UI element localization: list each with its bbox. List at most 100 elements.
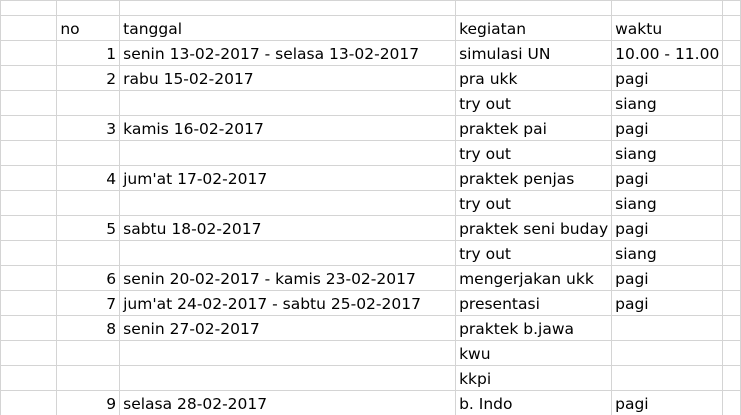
cell-kegiatan[interactable]: pra ukk [455,65,613,91]
cell[interactable] [0,165,58,191]
cell[interactable] [0,215,58,241]
cell-waktu[interactable]: pagi [611,290,724,316]
cell-tanggal[interactable] [119,140,457,166]
cell[interactable] [0,15,58,41]
cell-kegiatan[interactable]: mengerjakan ukk [455,265,613,291]
cell[interactable] [722,65,741,91]
cell-kegiatan[interactable]: simulasi UN [455,40,613,66]
cell-waktu[interactable]: pagi [611,390,724,415]
header-tanggal[interactable]: tanggal [119,15,457,41]
cell-kegiatan[interactable]: praktek b.jawa [455,315,613,341]
cell[interactable] [722,115,741,141]
cell-tanggal[interactable]: rabu 15-02-2017 [119,65,457,91]
cell-no[interactable] [56,340,121,366]
cell-no[interactable]: 2 [56,65,121,91]
cell[interactable] [722,190,741,216]
cell-waktu[interactable]: pagi [611,215,724,241]
cell[interactable] [722,165,741,191]
cell[interactable] [722,340,741,366]
cell-no[interactable] [56,365,121,391]
header-kegiatan[interactable]: kegiatan [455,15,613,41]
cell[interactable] [0,365,58,391]
cell[interactable] [0,140,58,166]
cell-waktu[interactable]: pagi [611,265,724,291]
cell-waktu[interactable]: 10.00 - 11.00 [611,40,724,66]
cell[interactable] [722,390,741,415]
cell-tanggal[interactable]: jum'at 17-02-2017 [119,165,457,191]
cell-tanggal[interactable]: senin 27-02-2017 [119,315,457,341]
cell[interactable] [0,240,58,266]
cell-waktu[interactable]: siang [611,90,724,116]
cell[interactable] [56,0,121,16]
cell[interactable] [722,140,741,166]
cell-kegiatan[interactable]: b. Indo [455,390,613,415]
cell-waktu[interactable] [611,340,724,366]
cell-kegiatan[interactable]: praktek pai [455,115,613,141]
header-waktu[interactable]: waktu [611,15,724,41]
cell[interactable] [0,115,58,141]
cell[interactable] [0,340,58,366]
cell[interactable] [0,65,58,91]
cell-no[interactable] [56,90,121,116]
cell-tanggal[interactable]: jum'at 24-02-2017 - sabtu 25-02-2017 [119,290,457,316]
cell-tanggal[interactable]: selasa 28-02-2017 [119,390,457,415]
cell-tanggal[interactable] [119,365,457,391]
cell-kegiatan[interactable]: presentasi [455,290,613,316]
cell-tanggal[interactable]: sabtu 18-02-2017 [119,215,457,241]
cell[interactable] [0,190,58,216]
cell[interactable] [455,0,613,16]
cell-waktu[interactable]: siang [611,240,724,266]
cell[interactable] [722,40,741,66]
cell[interactable] [722,0,741,16]
cell-no[interactable] [56,190,121,216]
cell-kegiatan[interactable]: try out [455,140,613,166]
cell[interactable] [722,265,741,291]
cell-no[interactable]: 5 [56,215,121,241]
cell-tanggal[interactable] [119,340,457,366]
cell-kegiatan[interactable]: try out [455,190,613,216]
cell-waktu[interactable]: siang [611,140,724,166]
cell-waktu[interactable]: siang [611,190,724,216]
cell-no[interactable] [56,240,121,266]
cell-no[interactable]: 4 [56,165,121,191]
cell-kegiatan[interactable]: praktek seni buday [455,215,613,241]
cell-no[interactable] [56,140,121,166]
cell[interactable] [0,90,58,116]
cell-no[interactable]: 9 [56,390,121,415]
cell-no[interactable]: 8 [56,315,121,341]
cell[interactable] [119,0,457,16]
cell-kegiatan[interactable]: try out [455,240,613,266]
cell-kegiatan[interactable]: kwu [455,340,613,366]
cell[interactable] [0,0,58,16]
cell-no[interactable]: 6 [56,265,121,291]
cell[interactable] [722,90,741,116]
cell-waktu[interactable]: pagi [611,165,724,191]
cell-waktu[interactable] [611,315,724,341]
cell[interactable] [722,315,741,341]
cell[interactable] [0,290,58,316]
cell-waktu[interactable]: pagi [611,115,724,141]
cell-waktu[interactable]: pagi [611,65,724,91]
cell-kegiatan[interactable]: praktek penjas [455,165,613,191]
cell[interactable] [0,40,58,66]
cell-tanggal[interactable] [119,190,457,216]
cell-tanggal[interactable]: senin 20-02-2017 - kamis 23-02-2017 [119,265,457,291]
cell[interactable] [722,365,741,391]
cell-kegiatan[interactable]: kkpi [455,365,613,391]
cell-kegiatan[interactable]: try out [455,90,613,116]
cell[interactable] [0,390,58,415]
cell[interactable] [0,315,58,341]
cell-no[interactable]: 7 [56,290,121,316]
cell-waktu[interactable] [611,365,724,391]
cell-tanggal[interactable] [119,240,457,266]
cell[interactable] [611,0,724,16]
cell[interactable] [0,265,58,291]
header-no[interactable]: no [56,15,121,41]
cell-no[interactable]: 1 [56,40,121,66]
cell[interactable] [722,15,741,41]
cell-tanggal[interactable]: kamis 16-02-2017 [119,115,457,141]
cell[interactable] [722,215,741,241]
cell[interactable] [722,240,741,266]
cell-tanggal[interactable]: senin 13-02-2017 - selasa 13-02-2017 [119,40,457,66]
cell[interactable] [722,290,741,316]
